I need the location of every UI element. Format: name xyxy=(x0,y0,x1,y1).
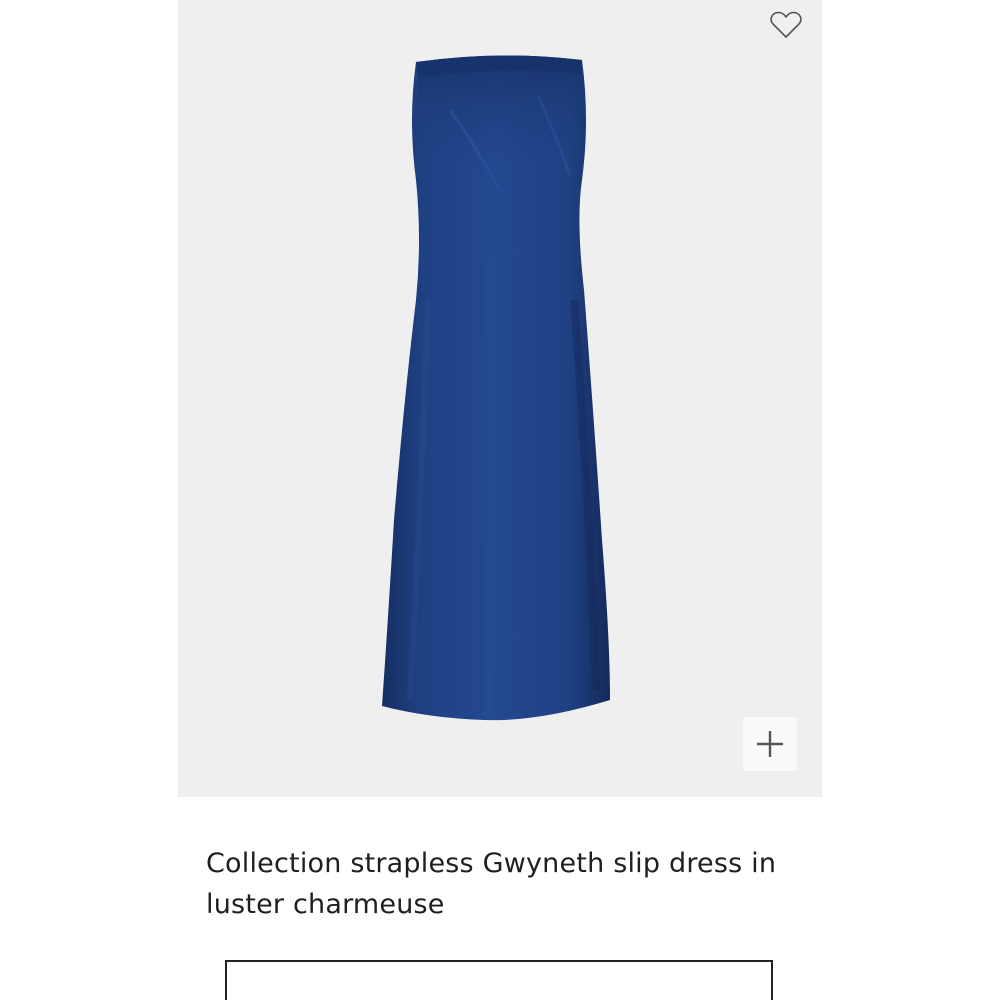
product-card[interactable]: Collection strapless Gwyneth slip dress … xyxy=(178,0,822,1000)
heart-outline-icon xyxy=(770,11,802,38)
product-title[interactable]: Collection strapless Gwyneth slip dress … xyxy=(206,843,796,925)
product-image[interactable] xyxy=(178,0,822,797)
quick-add-button[interactable] xyxy=(743,717,797,771)
product-info: Collection strapless Gwyneth slip dress … xyxy=(178,797,822,1000)
plus-icon xyxy=(757,731,783,757)
wishlist-button[interactable] xyxy=(764,6,808,44)
size-select-box[interactable] xyxy=(225,960,773,1000)
page: Collection strapless Gwyneth slip dress … xyxy=(0,0,1000,1000)
product-image-area[interactable] xyxy=(178,0,822,797)
